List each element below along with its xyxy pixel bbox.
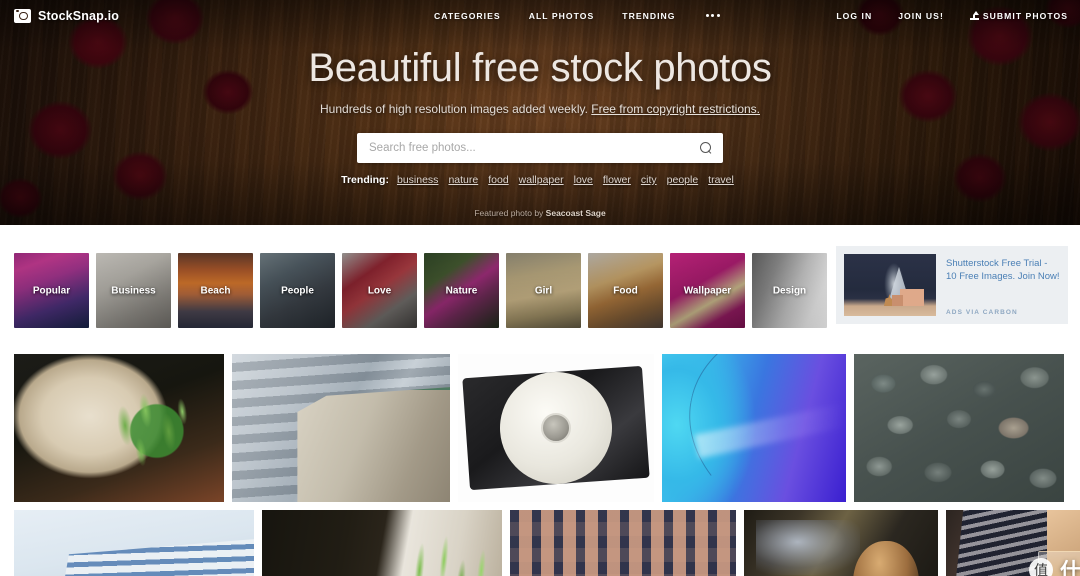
- nav-item-log-in[interactable]: LOG IN: [836, 11, 872, 21]
- nav-item-join-us[interactable]: JOIN US!: [898, 11, 944, 21]
- nav-item-submit-photos[interactable]: SUBMIT PHOTOS: [969, 10, 1068, 21]
- credit-author[interactable]: Seacoast Sage: [546, 208, 606, 218]
- category-tile-business[interactable]: Business: [96, 253, 171, 328]
- category-label: Nature: [445, 285, 478, 296]
- nav-item-categories[interactable]: CATEGORIES: [434, 11, 501, 21]
- search-submit-button[interactable]: [689, 133, 723, 163]
- ad-body: Shutterstock Free Trial - 10 Free Images…: [946, 254, 1060, 316]
- category-label: Popular: [32, 285, 71, 296]
- photo-detail: [541, 413, 571, 443]
- brand-name: StockSnap.io: [38, 8, 119, 23]
- category-tile-design[interactable]: Design: [752, 253, 827, 328]
- category-label: Business: [111, 285, 156, 296]
- category-tile-wallpaper[interactable]: Wallpaper: [670, 253, 745, 328]
- camera-icon: [14, 8, 31, 23]
- photo-grid-row-2: 值 什么值得买: [0, 510, 1080, 576]
- trending-tag-love[interactable]: love: [574, 174, 593, 186]
- photo-detail: [755, 519, 861, 575]
- trending-tag-nature[interactable]: nature: [448, 174, 478, 186]
- category-label: Beach: [200, 285, 231, 296]
- category-tile-beach[interactable]: Beach: [178, 253, 253, 328]
- hero-subtitle: Hundreds of high resolution images added…: [0, 102, 1080, 116]
- trending-tags: Trending: business nature food wallpaper love…: [0, 174, 1080, 186]
- gift-box-small-icon: [892, 295, 903, 306]
- submit-photos-label: SUBMIT PHOTOS: [982, 10, 1068, 21]
- photo-thumbnail-pebbles[interactable]: [854, 354, 1064, 502]
- primary-nav: CATEGORIES ALL PHOTOS TRENDING: [434, 10, 722, 21]
- photo-thumbnail-driving[interactable]: [744, 510, 938, 576]
- category-label: People: [281, 285, 314, 296]
- trending-tag-flower[interactable]: flower: [603, 174, 631, 186]
- photo-thumbnail-building[interactable]: [232, 354, 450, 502]
- photo-thumbnail-bar-scene[interactable]: 值 什么值得买: [946, 510, 1080, 576]
- category-label: Food: [613, 285, 638, 296]
- nav-item-trending[interactable]: TRENDING: [622, 11, 675, 21]
- category-tile-girl[interactable]: Girl: [506, 253, 581, 328]
- ad-attribution[interactable]: ADS VIA CARBON: [946, 309, 1060, 316]
- trending-tag-business[interactable]: business: [397, 174, 438, 186]
- category-tile-popular[interactable]: Popular: [14, 253, 89, 328]
- trending-tag-food[interactable]: food: [488, 174, 508, 186]
- copyright-link[interactable]: Free from copyright restrictions.: [591, 102, 760, 116]
- account-nav: LOG IN JOIN US! SUBMIT PHOTOS: [836, 11, 1068, 21]
- photo-thumbnail-office-tower[interactable]: [14, 510, 254, 576]
- trending-label: Trending:: [341, 174, 389, 186]
- search-icon: [700, 142, 712, 154]
- photo-detail: [391, 516, 502, 576]
- photo-detail: [99, 374, 214, 488]
- category-label: Girl: [534, 285, 553, 296]
- photo-detail: [852, 541, 919, 576]
- watermark-badge: 值: [1029, 558, 1053, 576]
- watermark-text: 什么值得买: [1060, 559, 1080, 576]
- trending-tag-city[interactable]: city: [641, 174, 657, 186]
- ad-headline[interactable]: Shutterstock Free Trial - 10 Free Images…: [946, 257, 1060, 284]
- category-label: Design: [772, 285, 807, 296]
- hero-banner: StockSnap.io CATEGORIES ALL PHOTOS TREND…: [0, 0, 1080, 225]
- page-title: Beautiful free stock photos: [308, 46, 772, 90]
- nav-item-all-photos[interactable]: ALL PHOTOS: [529, 11, 595, 21]
- featured-photo-credit: Featured photo by Seacoast Sage: [0, 208, 1080, 218]
- search-bar[interactable]: [357, 133, 723, 163]
- trending-tag-travel[interactable]: travel: [708, 174, 734, 186]
- category-tile-love[interactable]: Love: [342, 253, 417, 328]
- photo-thumbnail-salad[interactable]: [14, 354, 224, 502]
- trending-tag-wallpaper[interactable]: wallpaper: [519, 174, 564, 186]
- photo-detail: [297, 386, 450, 502]
- search-input[interactable]: [357, 142, 689, 154]
- ellipsis-icon[interactable]: [704, 10, 722, 21]
- category-tile-people[interactable]: People: [260, 253, 335, 328]
- photo-detail: [52, 538, 254, 576]
- photo-thumbnail-brick-building[interactable]: [510, 510, 736, 576]
- category-tile-food[interactable]: Food: [588, 253, 663, 328]
- carbon-ad-panel[interactable]: Shutterstock Free Trial - 10 Free Images…: [836, 246, 1068, 324]
- upload-icon: [969, 11, 979, 20]
- category-label: Wallpaper: [683, 285, 732, 296]
- photo-thumbnail-harddrive[interactable]: [458, 354, 654, 502]
- site-watermark: 值 什么值得买: [1029, 555, 1080, 576]
- category-label: Love: [367, 285, 392, 296]
- photo-thumbnail-cafe-plant[interactable]: [262, 510, 502, 576]
- trending-tag-people[interactable]: people: [667, 174, 699, 186]
- gift-box-icon: [900, 289, 924, 306]
- photo-thumbnail-blue-abstract[interactable]: [662, 354, 846, 502]
- top-navigation-bar: StockSnap.io CATEGORIES ALL PHOTOS TREND…: [0, 0, 1080, 31]
- photo-grid-row-1: [0, 354, 1080, 502]
- ad-thumbnail: [844, 254, 936, 316]
- credit-prefix: Featured photo by: [474, 208, 546, 218]
- category-tile-nature[interactable]: Nature: [424, 253, 499, 328]
- site-logo[interactable]: StockSnap.io: [14, 8, 119, 23]
- hero-subtitle-text: Hundreds of high resolution images added…: [320, 102, 592, 116]
